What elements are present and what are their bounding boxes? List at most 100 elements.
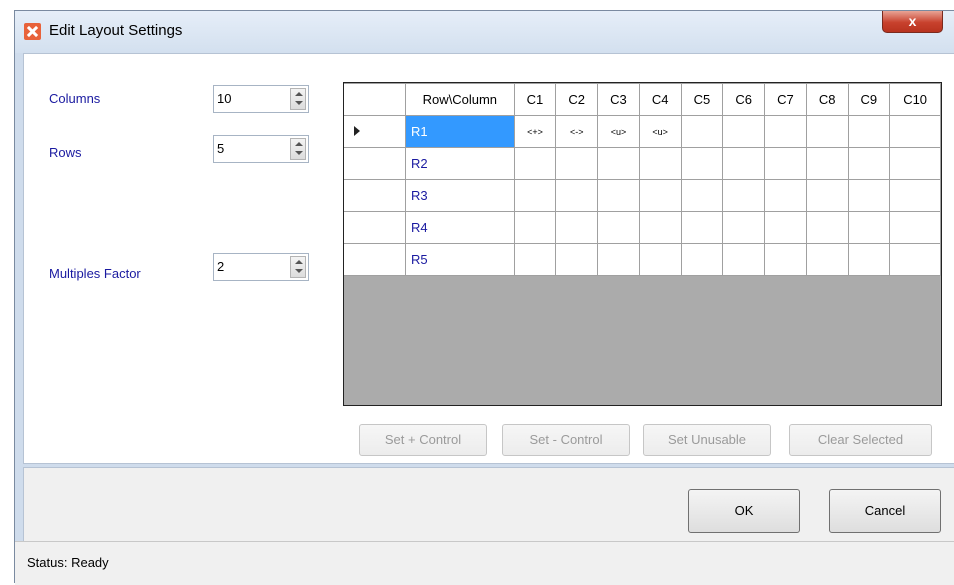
grid-cell[interactable] (680, 211, 724, 244)
columns-spinner[interactable]: 10 (213, 85, 309, 113)
row-selector[interactable] (344, 147, 406, 180)
grid-cell[interactable] (555, 211, 599, 244)
row-selector[interactable] (344, 179, 406, 212)
grid-cell[interactable] (889, 115, 941, 148)
column-header[interactable]: C4 (638, 83, 682, 116)
grid-cell[interactable] (889, 243, 941, 276)
grid-cell[interactable] (638, 179, 682, 212)
table-row[interactable]: R3 (344, 179, 941, 212)
table-row[interactable]: R4 (344, 211, 941, 244)
grid-cell[interactable] (764, 243, 807, 276)
grid-cell[interactable] (680, 179, 724, 212)
rows-spinner[interactable]: 5 (213, 135, 309, 163)
grid-cell[interactable] (847, 179, 891, 212)
grid-cell[interactable] (513, 211, 557, 244)
column-header[interactable]: C9 (847, 83, 891, 116)
columns-updown-icon[interactable] (290, 88, 306, 110)
set-plus-control-button[interactable]: Set + Control (359, 424, 487, 456)
row-selector[interactable] (344, 115, 406, 148)
grid-cell[interactable] (764, 211, 807, 244)
rows-value[interactable]: 5 (217, 141, 224, 156)
grid-cell[interactable] (722, 147, 766, 180)
row-header[interactable]: R1 (405, 115, 515, 148)
grid-cell[interactable]: <u> (638, 115, 682, 148)
grid-cell[interactable] (805, 243, 849, 276)
multiples-factor-spinner[interactable]: 2 (213, 253, 309, 281)
grid-cell[interactable] (847, 211, 891, 244)
clear-selected-button[interactable]: Clear Selected (789, 424, 932, 456)
grid-cell[interactable]: <u> (597, 115, 640, 148)
grid-cell[interactable] (513, 147, 557, 180)
layout-grid[interactable]: Row\Column C1 C2 C3 C4 C5 C6 C7 C8 C9 C10 R1 <+> <-> <… (343, 82, 942, 406)
grid-cell[interactable] (847, 147, 891, 180)
cancel-button[interactable]: Cancel (829, 489, 941, 533)
column-header[interactable]: C3 (597, 83, 640, 116)
column-header[interactable]: C2 (555, 83, 599, 116)
grid-cell[interactable] (513, 179, 557, 212)
grid-cell[interactable] (680, 115, 724, 148)
grid-cell[interactable] (597, 147, 640, 180)
close-button[interactable]: x (882, 11, 943, 33)
grid-cell[interactable] (722, 179, 766, 212)
grid-cell[interactable] (638, 147, 682, 180)
grid-cell[interactable] (847, 115, 891, 148)
grid-cell[interactable] (722, 115, 766, 148)
grid-cell[interactable] (722, 243, 766, 276)
rows-updown-icon[interactable] (290, 138, 306, 160)
ok-button[interactable]: OK (688, 489, 800, 533)
row-header[interactable]: R3 (405, 179, 515, 212)
multiples-factor-label: Multiples Factor (49, 266, 141, 281)
table-row[interactable]: R1 <+> <-> <u> <u> (344, 115, 941, 148)
app-icon (24, 23, 41, 40)
multiples-updown-icon[interactable] (290, 256, 306, 278)
row-header[interactable]: R4 (405, 211, 515, 244)
grid-cell[interactable] (638, 211, 682, 244)
grid-cell[interactable] (555, 243, 599, 276)
grid-cell[interactable] (513, 243, 557, 276)
grid-cell[interactable] (764, 115, 807, 148)
grid-cell[interactable] (764, 147, 807, 180)
grid-cell[interactable] (597, 211, 640, 244)
column-header[interactable]: C10 (889, 83, 941, 116)
grid-cell[interactable] (555, 179, 599, 212)
row-selector-header (344, 83, 406, 116)
grid-cell[interactable]: <-> (555, 115, 599, 148)
grid-cell[interactable] (889, 179, 941, 212)
grid-cell[interactable] (597, 179, 640, 212)
row-header[interactable]: R2 (405, 147, 515, 180)
grid-cell[interactable] (680, 147, 724, 180)
column-header[interactable]: C5 (680, 83, 724, 116)
grid-cell[interactable] (722, 211, 766, 244)
grid-cell[interactable] (847, 243, 891, 276)
row-selector[interactable] (344, 211, 406, 244)
window-title: Edit Layout Settings (49, 22, 183, 39)
grid-cell[interactable] (889, 211, 941, 244)
table-row[interactable]: R5 (344, 243, 941, 276)
row-selector[interactable] (344, 243, 406, 276)
grid-cell[interactable] (597, 243, 640, 276)
layout-grid-table: Row\Column C1 C2 C3 C4 C5 C6 C7 C8 C9 C10 R1 <+> <-> <… (344, 83, 941, 276)
column-header[interactable]: C8 (805, 83, 849, 116)
set-minus-control-button[interactable]: Set - Control (502, 424, 630, 456)
column-header[interactable]: C7 (764, 83, 807, 116)
column-header[interactable]: C1 (513, 83, 557, 116)
table-row[interactable]: R2 (344, 147, 941, 180)
grid-cell[interactable] (764, 179, 807, 212)
grid-cell[interactable] (638, 243, 682, 276)
grid-cell[interactable] (805, 115, 849, 148)
column-header[interactable]: C6 (722, 83, 766, 116)
grid-cell[interactable]: <+> (513, 115, 557, 148)
set-unusable-button[interactable]: Set Unusable (643, 424, 771, 456)
grid-cell[interactable] (680, 243, 724, 276)
grid-cell[interactable] (889, 147, 941, 180)
title-bar: Edit Layout Settings x (15, 11, 954, 53)
settings-panel: Columns 10 Rows 5 Multiples Factor 2 Row… (23, 53, 954, 464)
edit-layout-window: Edit Layout Settings x Columns 10 Rows 5… (14, 10, 954, 585)
multiples-factor-value[interactable]: 2 (217, 259, 224, 274)
grid-cell[interactable] (805, 211, 849, 244)
columns-value[interactable]: 10 (217, 91, 231, 106)
grid-cell[interactable] (555, 147, 599, 180)
row-header[interactable]: R5 (405, 243, 515, 276)
grid-cell[interactable] (805, 147, 849, 180)
grid-cell[interactable] (805, 179, 849, 212)
